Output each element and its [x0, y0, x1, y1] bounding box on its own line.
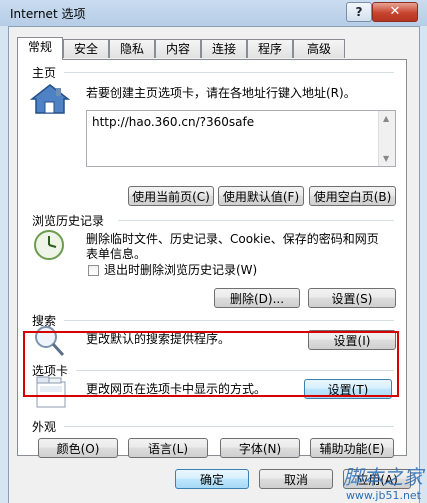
divider [64, 320, 394, 321]
history-settings-button[interactable]: 设置(S) [308, 288, 396, 308]
tab-advanced[interactable]: 高级 [293, 39, 345, 58]
close-button[interactable]: ✕ [372, 2, 418, 22]
divider [118, 220, 394, 221]
tab-programs[interactable]: 程序 [247, 39, 293, 58]
use-current-button[interactable]: 使用当前页(C) [128, 186, 214, 206]
window-title: Internet 选项 [10, 7, 86, 21]
help-button[interactable]: ? [346, 2, 372, 22]
watermark-url: www.jb51.net [345, 489, 421, 502]
tab-connections[interactable]: 连接 [201, 39, 247, 58]
dialog-body: 常规 安全 隐私 内容 连接 程序 高级 主页 若要创建主页选项卡，请在各地址行… [8, 26, 420, 503]
accessibility-button[interactable]: 辅助功能(E) [310, 438, 394, 458]
scroll-up-icon[interactable]: ▲ [383, 114, 389, 123]
tab-content[interactable]: 内容 [155, 39, 201, 58]
divider [64, 72, 394, 73]
title-bar: Internet 选项 ? ✕ [0, 0, 427, 26]
tab-privacy[interactable]: 隐私 [109, 39, 155, 58]
home-description: 若要创建主页选项卡，请在各地址行键入地址(R)。 [86, 86, 356, 100]
tab-security[interactable]: 安全 [63, 39, 109, 58]
fonts-button[interactable]: 字体(N) [220, 438, 300, 458]
cancel-button[interactable]: 取消 [259, 469, 333, 489]
appearance-heading: 外观 [32, 420, 57, 434]
delete-on-exit-label[interactable]: 退出时删除浏览历史记录(W) [104, 263, 257, 278]
delete-on-exit-checkbox[interactable] [88, 265, 99, 276]
scroll-down-icon[interactable]: ▼ [383, 154, 389, 163]
use-default-button[interactable]: 使用默认值(F) [218, 186, 304, 206]
watermark-logo: 脚本之家 [343, 465, 423, 489]
ok-button[interactable]: 确定 [175, 469, 249, 489]
colors-button[interactable]: 颜色(O) [38, 438, 118, 458]
home-url-scrollbar[interactable]: ▲ ▼ [378, 111, 395, 166]
tab-general[interactable]: 常规 [17, 37, 63, 60]
history-description: 删除临时文件、历史记录、Cookie、保存的密码和网页表单信息。 [86, 232, 379, 261]
divider [64, 426, 394, 427]
use-blank-button[interactable]: 使用空白页(B) [309, 186, 396, 206]
home-url-text: http://hao.360.cn/?360safe [92, 115, 255, 129]
languages-button[interactable]: 语言(L) [128, 438, 208, 458]
home-heading: 主页 [32, 66, 57, 80]
house-icon [30, 84, 70, 114]
delete-history-button[interactable]: 删除(D)... [214, 288, 300, 308]
history-clock-icon [34, 230, 64, 260]
highlight-box [23, 331, 399, 397]
home-url-textarea[interactable]: http://hao.360.cn/?360safe ▲ ▼ [86, 110, 396, 167]
history-heading: 浏览历史记录 [32, 214, 105, 228]
